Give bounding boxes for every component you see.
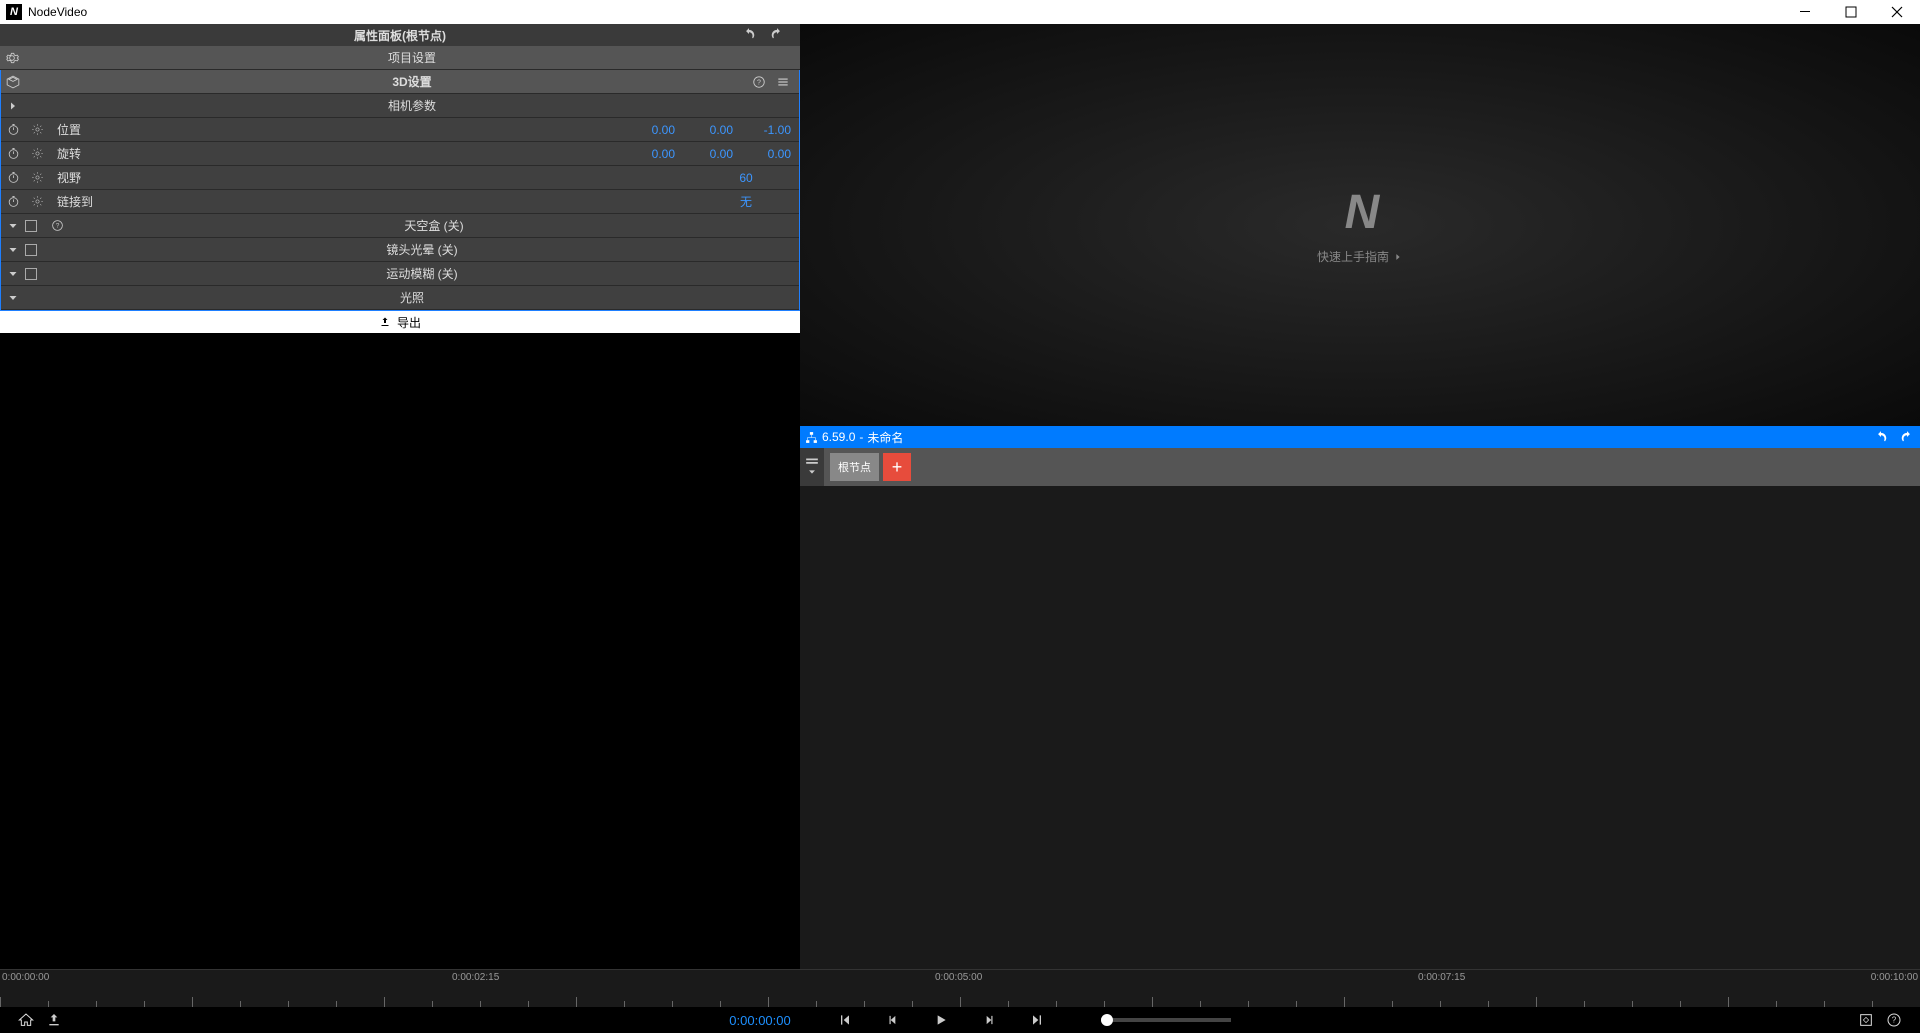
menu-icon[interactable] bbox=[771, 75, 795, 89]
fov-value[interactable]: 60 bbox=[701, 171, 791, 185]
row-project-settings[interactable]: 项目设置 bbox=[0, 46, 800, 70]
row-fov: 视野 60 bbox=[1, 166, 799, 190]
lens-flare-label: 镜头光晕 (关) bbox=[45, 241, 799, 258]
help-icon[interactable]: ? bbox=[45, 219, 69, 232]
maximize-button[interactable] bbox=[1828, 0, 1874, 24]
chevron-down-icon[interactable] bbox=[1, 244, 25, 256]
rotation-z[interactable]: 0.00 bbox=[741, 147, 791, 161]
share-button[interactable] bbox=[40, 1007, 68, 1033]
row-lighting[interactable]: 光照 bbox=[1, 286, 799, 310]
rotation-x[interactable]: 0.00 bbox=[625, 147, 675, 161]
hierarchy-icon[interactable] bbox=[800, 431, 822, 444]
minimize-button[interactable] bbox=[1782, 0, 1828, 24]
help-icon[interactable]: ? bbox=[747, 75, 771, 89]
gear-icon bbox=[0, 51, 24, 65]
stopwatch-icon[interactable] bbox=[1, 171, 25, 184]
position-z[interactable]: -1.00 bbox=[741, 123, 791, 137]
close-button[interactable] bbox=[1874, 0, 1920, 24]
cube-icon bbox=[1, 75, 25, 89]
position-y[interactable]: 0.00 bbox=[683, 123, 733, 137]
row-lens-flare[interactable]: 镜头光晕 (关) bbox=[1, 238, 799, 262]
chevron-down-icon[interactable] bbox=[1, 292, 25, 304]
preview-panel: N 快速上手指南 bbox=[800, 24, 1920, 426]
chevron-down-icon[interactable] bbox=[1, 268, 25, 280]
footer: 0:00:00:00 ? bbox=[0, 1007, 1920, 1033]
rotation-label: 旋转 bbox=[57, 145, 81, 162]
camera-params-label: 相机参数 bbox=[25, 97, 799, 114]
tick-0: 0:00:00:00 bbox=[2, 972, 49, 983]
row-rotation: 旋转 0.00 0.00 0.00 bbox=[1, 142, 799, 166]
skybox-label: 天空盒 (关) bbox=[69, 217, 799, 234]
chevron-right-icon[interactable] bbox=[1, 100, 25, 112]
row-camera-params[interactable]: 相机参数 bbox=[1, 94, 799, 118]
zoom-slider[interactable] bbox=[1101, 1018, 1231, 1022]
current-time[interactable]: 0:00:00:00 bbox=[729, 1013, 790, 1028]
svg-text:?: ? bbox=[1892, 1016, 1897, 1025]
chevron-down-icon[interactable] bbox=[1, 220, 25, 232]
skip-back-button[interactable] bbox=[879, 1007, 907, 1033]
gear-icon[interactable] bbox=[25, 171, 49, 184]
gear-icon[interactable] bbox=[25, 123, 49, 136]
rotation-y[interactable]: 0.00 bbox=[683, 147, 733, 161]
row-motion-blur[interactable]: 运动模糊 (关) bbox=[1, 262, 799, 286]
svg-text:?: ? bbox=[757, 79, 761, 86]
app-logo: N bbox=[6, 4, 22, 20]
row-3d-settings[interactable]: 3D设置 ? bbox=[1, 70, 799, 94]
tick-3: 0:00:07:15 bbox=[1418, 972, 1465, 983]
row-skybox[interactable]: ? 天空盒 (关) bbox=[1, 214, 799, 238]
help-button[interactable]: ? bbox=[1880, 1007, 1908, 1033]
link-to-label: 链接到 bbox=[57, 193, 93, 210]
nodevideo-logo: N bbox=[1345, 185, 1376, 240]
stopwatch-icon[interactable] bbox=[1, 123, 25, 136]
node-toggle[interactable] bbox=[800, 448, 824, 486]
lighting-label: 光照 bbox=[25, 289, 799, 306]
undo-button[interactable] bbox=[1868, 430, 1894, 444]
tick-4: 0:00:10:00 bbox=[1871, 972, 1918, 983]
keyframe-icon[interactable] bbox=[1852, 1007, 1880, 1033]
position-x[interactable]: 0.00 bbox=[625, 123, 675, 137]
export-button[interactable]: 导出 bbox=[0, 311, 800, 333]
gear-icon[interactable] bbox=[25, 147, 49, 160]
node-header: 6.59.0 - 未命名 bbox=[800, 426, 1920, 448]
node-version: 6.59.0 bbox=[822, 430, 855, 444]
next-frame-button[interactable] bbox=[1023, 1007, 1051, 1033]
panel-title: 属性面板(根节点) bbox=[354, 27, 446, 44]
svg-text:?: ? bbox=[55, 223, 59, 230]
titlebar: N NodeVideo bbox=[0, 0, 1920, 24]
fov-label: 视野 bbox=[57, 169, 81, 186]
position-label: 位置 bbox=[57, 121, 81, 138]
skybox-checkbox[interactable] bbox=[25, 220, 37, 232]
root-node-chip[interactable]: 根节点 bbox=[830, 453, 879, 481]
project-settings-label: 项目设置 bbox=[24, 49, 800, 66]
prev-frame-button[interactable] bbox=[831, 1007, 859, 1033]
row-position: 位置 0.00 0.00 -1.00 bbox=[1, 118, 799, 142]
undo-button[interactable] bbox=[742, 27, 756, 44]
lens-flare-checkbox[interactable] bbox=[25, 244, 37, 256]
app-title: NodeVideo bbox=[28, 5, 87, 19]
skip-forward-button[interactable] bbox=[975, 1007, 1003, 1033]
node-row: 根节点 + bbox=[800, 448, 1920, 486]
quick-start-guide[interactable]: 快速上手指南 bbox=[1317, 248, 1403, 265]
3d-settings-label: 3D设置 bbox=[25, 73, 799, 90]
row-link-to: 链接到 无 bbox=[1, 190, 799, 214]
node-name: 未命名 bbox=[867, 429, 903, 446]
panel-header: 属性面板(根节点) bbox=[0, 24, 800, 46]
tick-1: 0:00:02:15 bbox=[452, 972, 499, 983]
motion-blur-label: 运动模糊 (关) bbox=[45, 265, 799, 282]
tick-2: 0:00:05:00 bbox=[935, 972, 982, 983]
stopwatch-icon[interactable] bbox=[1, 195, 25, 208]
play-button[interactable] bbox=[927, 1007, 955, 1033]
redo-button[interactable] bbox=[1894, 430, 1920, 444]
node-area[interactable] bbox=[800, 486, 1920, 969]
gear-icon[interactable] bbox=[25, 195, 49, 208]
timeline-ruler[interactable]: 0:00:00:00 0:00:02:15 0:00:05:00 0:00:07… bbox=[0, 969, 1920, 1007]
add-node-button[interactable]: + bbox=[883, 453, 911, 481]
home-button[interactable] bbox=[12, 1007, 40, 1033]
link-to-value[interactable]: 无 bbox=[701, 193, 791, 210]
motion-blur-checkbox[interactable] bbox=[25, 268, 37, 280]
stopwatch-icon[interactable] bbox=[1, 147, 25, 160]
export-label: 导出 bbox=[397, 314, 421, 331]
redo-button[interactable] bbox=[770, 27, 784, 44]
slider-thumb[interactable] bbox=[1101, 1014, 1113, 1026]
